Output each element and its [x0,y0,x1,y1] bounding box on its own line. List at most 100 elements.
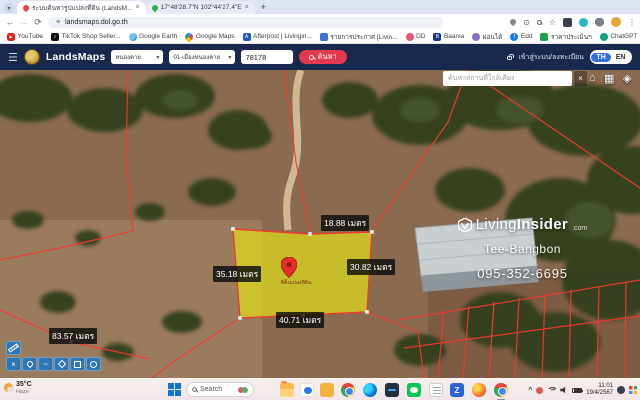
rectangle-tool-button[interactable] [70,357,85,371]
tab-search-icon: ▾ [7,5,10,12]
app-dark-icon[interactable] [385,383,399,397]
bookmark-chatgpt[interactable]: ChatGPT [600,33,638,41]
file-explorer-icon[interactable] [280,383,294,397]
weather-temp: 35°C [16,381,32,389]
system-tray: ^ 11:01 19/4/2567 [528,381,637,399]
tab-coordinates[interactable]: 17°48'28.7"N 102°44'27.4"E × [146,1,255,14]
globe-icon [129,33,137,41]
measurement-label: 18.88 เมตร [321,215,369,231]
volume-icon[interactable] [560,386,568,394]
messenger-icon[interactable] [300,383,314,397]
district-select[interactable]: 01-เมืองหนองคาย ▾ [169,50,235,64]
taskbar-search[interactable]: Search [186,382,254,397]
pin-tool-button[interactable] [22,357,37,371]
bookmark-label: YouTube [18,33,44,40]
parcel-pin-icon[interactable] [281,257,297,278]
hamburger-menu-icon[interactable]: ☰ [8,51,18,64]
path-tool-button[interactable]: ~ [38,357,53,371]
clock[interactable]: 11:01 19/4/2567 [586,383,613,397]
toolbar-actions: ⊙ ☆ ⋮ [510,14,636,30]
login-link[interactable]: เข้าสู่ระบบ/ลงทะเบียน [518,52,584,63]
edge-icon[interactable] [363,383,377,397]
widgets-icon[interactable] [629,386,637,394]
extension-icon[interactable] [563,18,572,27]
close-search-icon[interactable]: × [574,71,587,86]
bookmark-google-maps[interactable]: Google Maps [185,33,234,41]
tab-search-button[interactable]: ▾ [4,3,14,13]
bookmark-afterpost[interactable]: AAfterpost | Livingin... [243,33,312,41]
bookmark-youtube[interactable]: ▶YouTube [7,33,43,41]
search-button[interactable]: ค้นหา [299,50,346,64]
tray-app-icon[interactable] [536,387,543,394]
layers-icon[interactable]: ◈ [623,72,631,85]
parcel-number-input[interactable] [241,50,293,64]
polygon-tool-button[interactable] [54,357,69,371]
bookmark-installment[interactable]: ผ่อนได้ [472,32,502,42]
bookmark-label: Afterpost | Livingin... [253,33,312,40]
province-select[interactable]: หนองคาย ▾ [111,50,163,64]
bookmark-appraisal[interactable]: ราคาประเมินฯ [540,32,591,42]
firefox-icon[interactable] [472,383,486,397]
address-bar[interactable]: ≡ landsmaps.dol.go.th [48,17,444,29]
clock-time: 11:01 [586,383,613,390]
bookmark-baania[interactable]: BBaania [433,33,464,41]
menu-kebab-icon[interactable]: ⋮ [628,18,636,27]
app-z-icon[interactable]: Z [450,383,464,397]
bookmark-label: รายการประกาศ [Livin... [330,32,397,42]
watermark-brand: LivingInsider [476,216,568,233]
chevron-down-icon: ▾ [156,54,159,61]
url-text: landsmaps.dol.go.th [65,19,128,26]
measure-tool-button[interactable] [6,341,21,355]
line-app-icon[interactable] [407,383,421,397]
close-icon[interactable]: × [245,4,249,11]
chrome-icon[interactable] [341,383,355,397]
bookmark-star-icon[interactable]: ☆ [549,18,556,27]
circle-tool-button[interactable] [86,357,101,371]
zoom-icon[interactable] [537,18,542,27]
new-tab-button[interactable]: + [261,2,266,12]
clock-date: 19/4/2567 [586,390,613,397]
site-settings-icon[interactable]: ≡ [56,19,60,26]
province-value: หนองคาย [115,52,141,62]
chatgpt-icon [600,33,608,41]
close-icon[interactable]: × [136,4,140,11]
bookmark-label: ราคาประเมินฯ [551,32,592,42]
battery-icon[interactable] [572,388,582,393]
windows-start-button[interactable] [168,383,181,396]
lock-icon [507,56,512,60]
notepad-icon[interactable] [429,383,443,397]
weather-widget[interactable]: 35°C Haze [4,381,32,395]
forward-icon[interactable]: → [18,17,30,27]
home-icon[interactable]: ⌂ [589,72,596,84]
tray-chevron-icon[interactable]: ^ [528,387,532,394]
target-icon[interactable]: ⊙ [523,18,530,27]
map-pin-favicon [150,3,158,11]
back-icon[interactable]: ← [4,17,16,27]
profile-avatar[interactable] [611,17,621,27]
app-amber-icon[interactable] [320,383,334,397]
reload-icon[interactable]: ⟳ [32,17,44,28]
chrome-active-icon[interactable] [494,383,508,397]
bookmark-dd[interactable]: DD [406,33,426,41]
grid-icon[interactable]: ▦ [604,72,614,85]
bookmark-label: Google Maps [196,33,235,40]
dol-logo [24,49,40,65]
bookmark-listing[interactable]: รายการประกาศ [Livin... [320,32,398,42]
tab-landsmaps[interactable]: ระบบค้นหารูปแปลงที่ดิน (LandsM... × [17,1,146,14]
notification-icon[interactable] [617,386,625,394]
location-icon[interactable] [509,18,517,26]
bookmark-edd[interactable]: fEdd [510,33,532,41]
wifi-icon[interactable] [547,387,556,394]
lang-th-button[interactable]: TH [591,53,610,62]
bookmark-google-earth[interactable]: Google Earth [129,33,178,41]
language-toggle: TH EN [590,50,632,64]
nearby-search-input[interactable] [443,71,572,86]
map-viewport[interactable]: 18.88 เมตร 30.82 เมตร 35.18 เมตร 40.71 เ… [0,70,640,378]
extension-icon[interactable] [595,18,604,27]
bookmark-tiktok[interactable]: ♪TikTok Shop Seller... [51,33,121,41]
lang-en-button[interactable]: EN [611,53,631,62]
tiktok-icon: ♪ [51,33,59,41]
close-tool-button[interactable]: × [6,357,21,371]
extension-icon[interactable] [579,18,588,27]
listing-icon [320,33,328,41]
